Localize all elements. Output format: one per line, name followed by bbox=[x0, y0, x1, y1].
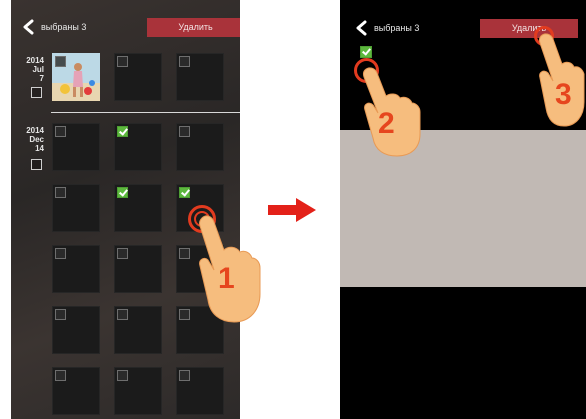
gallery-screen-right: выбраны 3 Удалить bbox=[340, 0, 586, 419]
group-divider bbox=[51, 112, 240, 113]
gallery-screen-left: выбраны 3 Удалить 2014 Jul 7 2014 Dec 14 bbox=[11, 0, 240, 419]
date-year: 2014 bbox=[26, 56, 44, 65]
photo-thumbnail[interactable] bbox=[52, 306, 100, 354]
selected-count-label: выбраны 3 bbox=[41, 22, 87, 32]
selected-count-label: выбраны 3 bbox=[374, 23, 420, 33]
date-day: 14 bbox=[35, 144, 44, 153]
tile-checkbox[interactable] bbox=[55, 126, 66, 137]
back-icon[interactable] bbox=[354, 20, 370, 36]
photo-thumbnail[interactable] bbox=[114, 367, 162, 415]
tile-checkbox-checked[interactable] bbox=[117, 187, 128, 198]
right-arrow-icon bbox=[268, 198, 316, 222]
date-year: 2014 bbox=[26, 126, 44, 135]
delete-button[interactable]: Удалить bbox=[147, 18, 240, 37]
tile-checkbox[interactable] bbox=[55, 56, 66, 67]
date-day: 7 bbox=[39, 74, 44, 83]
photo-thumbnail[interactable] bbox=[176, 367, 224, 415]
tile-checkbox[interactable] bbox=[55, 370, 66, 381]
tile-checkbox-checked[interactable] bbox=[117, 126, 128, 137]
date-month: Dec bbox=[29, 135, 44, 144]
group-date-dec: 2014 Dec 14 bbox=[14, 126, 44, 153]
tile-checkbox[interactable] bbox=[117, 248, 128, 259]
tile-checkbox[interactable] bbox=[179, 248, 190, 259]
photo-preview-area bbox=[340, 130, 586, 287]
selection-toolbar: выбраны 3 Удалить bbox=[11, 0, 240, 52]
photo-thumbnail[interactable] bbox=[114, 123, 162, 171]
photo-thumbnail[interactable] bbox=[176, 53, 224, 101]
photo-thumbnail[interactable] bbox=[52, 367, 100, 415]
photo-thumbnail[interactable] bbox=[176, 123, 224, 171]
back-icon[interactable] bbox=[21, 19, 37, 35]
tile-checkbox[interactable] bbox=[55, 187, 66, 198]
photo-thumbnail[interactable] bbox=[52, 245, 100, 293]
tile-checkbox-checked[interactable] bbox=[179, 187, 190, 198]
group-select-checkbox[interactable] bbox=[31, 87, 42, 98]
photo-thumbnail[interactable] bbox=[176, 184, 224, 232]
photo-thumbnail[interactable] bbox=[52, 123, 100, 171]
photo-thumbnail[interactable] bbox=[52, 184, 100, 232]
tile-checkbox[interactable] bbox=[179, 370, 190, 381]
photo-thumbnail[interactable] bbox=[176, 245, 224, 293]
group-select-checkbox[interactable] bbox=[31, 159, 42, 170]
tile-checkbox[interactable] bbox=[179, 56, 190, 67]
photo-thumbnail[interactable] bbox=[176, 306, 224, 354]
tile-checkbox[interactable] bbox=[179, 126, 190, 137]
delete-button[interactable]: Удалить bbox=[480, 19, 578, 38]
tile-checkbox[interactable] bbox=[117, 309, 128, 320]
tile-checkbox[interactable] bbox=[55, 248, 66, 259]
photo-thumbnail[interactable] bbox=[114, 53, 162, 101]
tile-checkbox[interactable] bbox=[55, 309, 66, 320]
tile-checkbox[interactable] bbox=[179, 309, 190, 320]
tile-checkbox[interactable] bbox=[117, 370, 128, 381]
photo-thumbnail[interactable] bbox=[114, 306, 162, 354]
photo-thumbnail[interactable] bbox=[52, 53, 100, 101]
tile-checkbox[interactable] bbox=[117, 56, 128, 67]
group-date-jul: 2014 Jul 7 bbox=[14, 56, 44, 83]
photo-thumbnail[interactable] bbox=[114, 184, 162, 232]
date-month: Jul bbox=[32, 65, 44, 74]
tile-checkbox-checked[interactable] bbox=[360, 46, 372, 58]
photo-thumbnail[interactable] bbox=[114, 245, 162, 293]
